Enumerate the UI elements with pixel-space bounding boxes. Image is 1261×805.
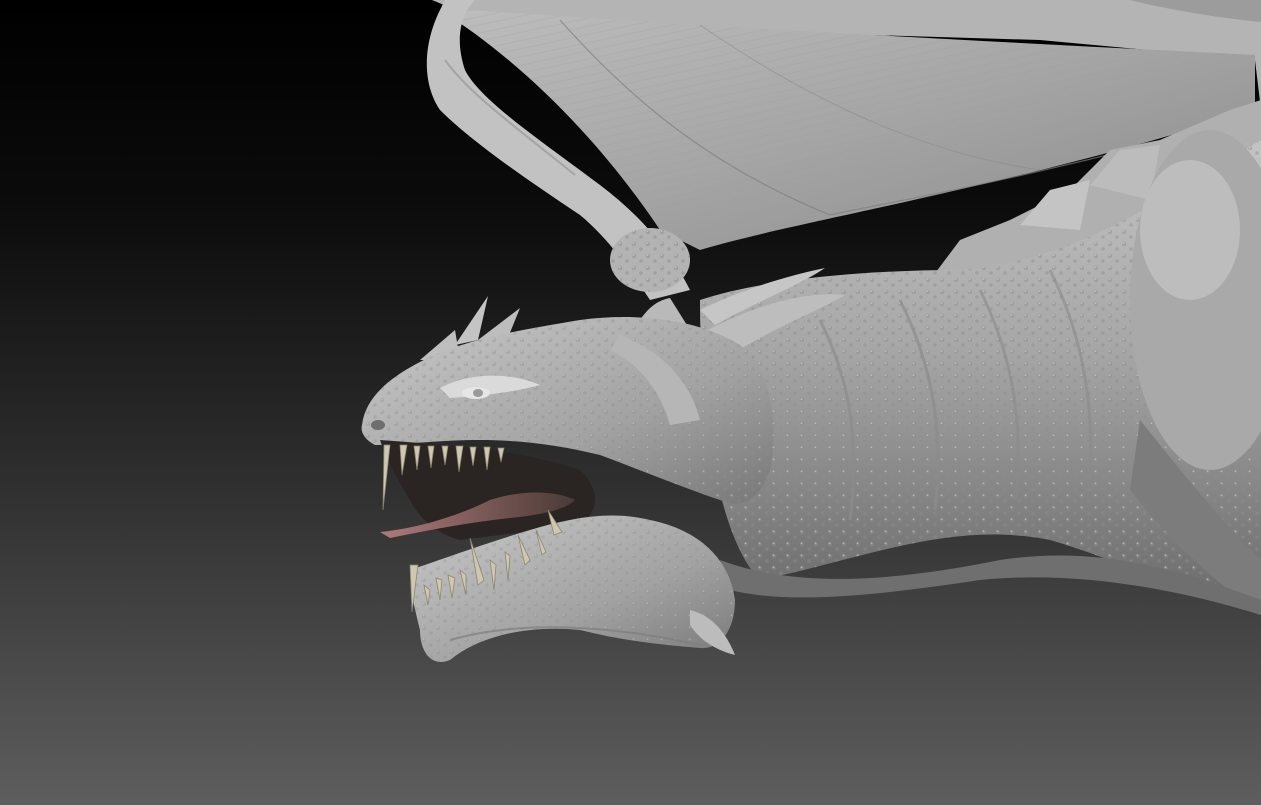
3d-viewport[interactable] (0, 0, 1261, 805)
dragon-sculpt-render (0, 0, 1261, 805)
nostril (371, 420, 385, 430)
